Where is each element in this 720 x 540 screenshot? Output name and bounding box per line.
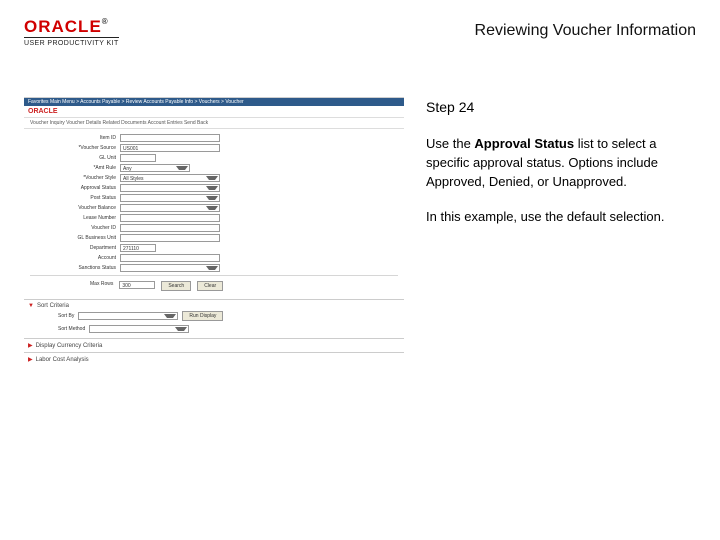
- chevron-right-icon: ▶: [28, 357, 33, 363]
- select-approval-status[interactable]: [120, 184, 220, 192]
- voucher-form: Item ID *Voucher SourceUS001 GL Unit *Am…: [24, 129, 404, 299]
- shot-breadcrumb: Favorites Main Menu > Accounts Payable >…: [24, 98, 404, 106]
- field-gl-unit[interactable]: [120, 154, 156, 162]
- select-amt-rule[interactable]: Any: [120, 164, 190, 172]
- field-item-id[interactable]: [120, 134, 220, 142]
- lbl-voucher-balance: Voucher Balance: [30, 205, 120, 211]
- search-button[interactable]: Search: [161, 281, 191, 291]
- page-title: Reviewing Voucher Information: [475, 18, 696, 40]
- lbl-item-id: Item ID: [30, 135, 120, 141]
- field-max-rows[interactable]: 300: [119, 281, 155, 289]
- lbl-lease-nbr: Lease Number: [30, 215, 120, 221]
- lbl-voucher-source: *Voucher Source: [30, 145, 120, 151]
- lbl-max-rows: Max Rows: [90, 281, 113, 291]
- chevron-right-icon: ▶: [28, 343, 33, 349]
- lbl-dept: Department: [30, 245, 120, 251]
- instruction-p2: In this example, use the default selecti…: [426, 208, 696, 227]
- field-lease-nbr[interactable]: [120, 214, 220, 222]
- lbl-voucher-style: *Voucher Style: [30, 175, 120, 181]
- select-post-status[interactable]: [120, 194, 220, 202]
- section-label: Sort Criteria: [37, 303, 69, 309]
- app-screenshot: Favorites Main Menu > Accounts Payable >…: [24, 97, 404, 366]
- lbl-approval-status: Approval Status: [30, 185, 120, 191]
- section-labor-analysis[interactable]: ▶Labor Cost Analysis: [24, 352, 404, 366]
- field-gl-bu[interactable]: [120, 234, 220, 242]
- instruction-p1: Use the Approval Status list to select a…: [426, 135, 696, 192]
- select-voucher-style[interactable]: All Styles: [120, 174, 220, 182]
- field-voucher-id[interactable]: [120, 224, 220, 232]
- instruction-column: Step 24 Use the Approval Status list to …: [426, 97, 696, 366]
- field-dept[interactable]: 271110: [120, 244, 156, 252]
- page-header: ORACLE® USER PRODUCTIVITY KIT Reviewing …: [0, 0, 720, 57]
- lbl-sanctions: Sanctions Status: [30, 265, 120, 271]
- field-voucher-source[interactable]: US001: [120, 144, 220, 152]
- lbl-gl-bu: GL Business Unit: [30, 235, 120, 241]
- lbl-sort-method: Sort Method: [58, 326, 85, 332]
- oracle-logo-text: ORACLE: [24, 17, 102, 36]
- lbl-gl-unit: GL Unit: [30, 155, 120, 161]
- select-sort-method[interactable]: [89, 325, 189, 333]
- step-label: Step 24: [426, 97, 696, 117]
- app-screenshot-panel: Favorites Main Menu > Accounts Payable >…: [24, 97, 404, 366]
- field-account[interactable]: [120, 254, 220, 262]
- main-area: Favorites Main Menu > Accounts Payable >…: [0, 57, 720, 366]
- section-display-currency[interactable]: ▶Display Currency Criteria: [24, 338, 404, 352]
- clear-button[interactable]: Clear: [197, 281, 223, 291]
- shot-tabs: Voucher Inquiry Voucher Details Related …: [24, 118, 404, 129]
- select-sort-by[interactable]: [78, 312, 178, 320]
- shot-oracle-logo: ORACLE: [24, 106, 404, 118]
- oracle-logo: ORACLE®: [24, 18, 119, 35]
- logo-block: ORACLE® USER PRODUCTIVITY KIT: [24, 18, 119, 47]
- section-label: Display Currency Criteria: [36, 343, 103, 349]
- section-label: Labor Cost Analysis: [36, 357, 89, 363]
- lbl-sort-by: Sort By: [58, 313, 74, 319]
- lbl-amt-rule: *Amt Rule: [30, 165, 120, 171]
- run-display-button[interactable]: Run Display: [182, 311, 223, 321]
- lbl-voucher-id: Voucher ID: [30, 225, 120, 231]
- select-sanctions[interactable]: [120, 264, 220, 272]
- chevron-down-icon: ▼: [28, 303, 34, 309]
- select-voucher-balance[interactable]: [120, 204, 220, 212]
- upk-subtitle: USER PRODUCTIVITY KIT: [24, 37, 119, 47]
- lbl-post-status: Post Status: [30, 195, 120, 201]
- approval-status-term: Approval Status: [474, 136, 574, 151]
- lbl-account: Account: [30, 255, 120, 261]
- section-sort-criteria[interactable]: ▼Sort Criteria Sort By Run Display Sort …: [24, 299, 404, 338]
